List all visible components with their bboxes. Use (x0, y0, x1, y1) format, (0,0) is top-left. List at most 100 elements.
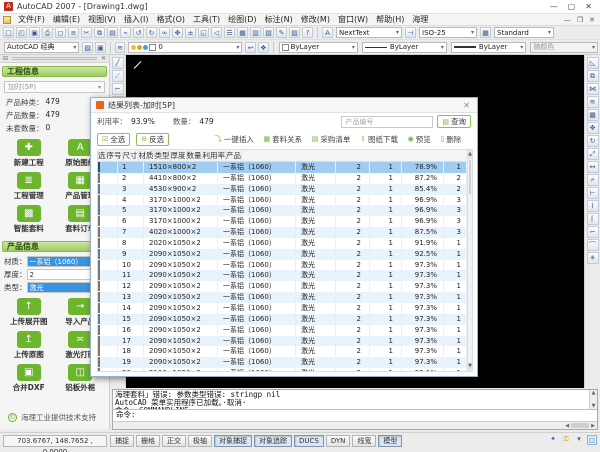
line-icon[interactable]: ╱ (112, 57, 124, 69)
merge-dxf-button[interactable]: ▣ 合并DXF (4, 364, 54, 393)
publish-icon[interactable]: ≡ (68, 27, 79, 38)
scale-icon[interactable]: ⤢ (587, 148, 599, 160)
workspace-combo[interactable]: AutoCAD 经典▾ (4, 42, 79, 53)
table-row[interactable]: 11 2090×1050×2 一系铝（1060） 激光 2 1 97.3% 1 (98, 270, 467, 281)
palette-drag-handle[interactable] (12, 57, 97, 60)
command-scrollbar[interactable]: ▲▼ (589, 390, 597, 409)
layer-states-icon[interactable]: ❖ (258, 42, 269, 53)
open-icon[interactable]: ◰ (16, 27, 27, 38)
one-key-insert-button[interactable]: ⤵ 一键插入 (215, 134, 254, 145)
table-row[interactable]: 7 4020×1000×2 一系铝（1060） 激光 2 1 87.5% 3 (98, 227, 467, 238)
properties-icon[interactable]: ☰ (224, 27, 235, 38)
status-toggle-button[interactable]: 模型 (378, 435, 402, 447)
table-style-combo[interactable]: Standard▾ (494, 27, 554, 38)
close-button[interactable]: ✕ (585, 2, 592, 11)
select-all-button[interactable]: ☑ 全选 (97, 133, 130, 146)
layer-combo[interactable]: 0▾ (128, 42, 242, 53)
row-checkbox[interactable] (98, 238, 100, 248)
table-row[interactable]: 19 2090×1050×2 一系铝（1060） 激光 2 1 97.3% 1 (98, 357, 467, 368)
minimize-button[interactable]: — (550, 2, 558, 11)
mdi-window-control[interactable]: ✕ (589, 16, 595, 24)
rotate-icon[interactable]: ↻ (587, 135, 599, 147)
save-icon[interactable]: ▣ (29, 27, 40, 38)
tray-menu-icon[interactable]: ▾ (574, 435, 584, 445)
row-checkbox[interactable] (98, 260, 100, 270)
purchase-list-button[interactable]: ▤ 采购清单 (312, 134, 351, 145)
mdi-window-control[interactable]: — (564, 16, 571, 24)
layer-properties-icon[interactable]: ≋ (115, 42, 126, 53)
query-button[interactable]: ▤ 查询 (437, 115, 471, 128)
table-row[interactable]: 6 3170×1000×2 一系铝（1060） 激光 2 1 96.9% 3 (98, 216, 467, 227)
mdi-window-control[interactable]: ❐ (577, 16, 583, 24)
break-icon[interactable]: ⌈ (587, 213, 599, 225)
designcenter-icon[interactable]: ▦ (237, 27, 248, 38)
row-checkbox[interactable] (98, 281, 100, 291)
status-toggle-button[interactable]: 对象追踪 (254, 435, 292, 447)
row-checkbox[interactable] (98, 357, 100, 367)
clean-screen-icon[interactable]: ◻ (587, 435, 597, 445)
table-row[interactable]: 20 2100×1050×2 一系铝（1060） 激光 2 1 92.1% 1 (98, 368, 467, 372)
toolbar-lock-icon[interactable]: ⚿ (561, 435, 571, 445)
color-combo[interactable]: ByLayer▾ (279, 42, 358, 53)
zoom-previous-icon[interactable]: ◁ (211, 27, 222, 38)
table-row[interactable]: 13 2090×1050×2 一系铝（1060） 激光 2 1 97.3% 1 (98, 292, 467, 303)
invert-selection-button[interactable]: ⊖ 反选 (136, 133, 169, 146)
erase-icon[interactable]: ◺ (587, 57, 599, 69)
help-icon[interactable]: ? (302, 27, 313, 38)
table-header-cell[interactable]: 厚度 (171, 150, 187, 161)
copy-icon[interactable]: ⧉ (94, 27, 105, 38)
table-header-cell[interactable]: 利用率 (203, 150, 227, 161)
row-checkbox[interactable] (98, 162, 100, 172)
workspace-save-icon[interactable]: ▣ (95, 42, 106, 53)
layer-previous-icon[interactable]: ↩ (245, 42, 256, 53)
table-header-cell[interactable]: 材质 (139, 150, 155, 161)
table-header-cell[interactable]: 数量 (187, 150, 203, 161)
offset-icon[interactable]: ≋ (587, 96, 599, 108)
row-checkbox[interactable] (98, 195, 100, 205)
menu-item[interactable]: 编辑(E) (49, 15, 84, 24)
product-code-input[interactable]: 产品编号 (341, 116, 433, 128)
maximize-button[interactable]: ▢ (568, 2, 576, 11)
table-row[interactable]: 1 1510×800×2 一系铝（1060） 激光 2 1 78.9% 1 (98, 162, 467, 173)
annotation-scale-icon[interactable]: ✦ (548, 435, 558, 445)
table-row[interactable]: 14 2090×1050×2 一系铝（1060） 激光 2 1 97.3% 1 (98, 303, 467, 314)
tool-palettes-icon[interactable]: ▥ (250, 27, 261, 38)
row-checkbox[interactable] (98, 314, 100, 324)
project-name-combo[interactable]: 加时(5P)▾ (4, 81, 105, 93)
menu-item[interactable]: 文件(F) (14, 15, 49, 24)
hyperlink-icon[interactable]: ∞ (159, 27, 170, 38)
table-header-cell[interactable]: 尺寸 (123, 150, 139, 161)
mirror-icon[interactable]: ⋈ (587, 83, 599, 95)
dialog-close-icon[interactable]: ✕ (461, 101, 472, 110)
row-checkbox[interactable] (98, 292, 100, 302)
status-toggle-button[interactable]: DYN (326, 435, 351, 447)
status-toggle-button[interactable]: 线宽 (352, 435, 376, 447)
project-manage-button[interactable]: ≣ 工程管理 (4, 172, 54, 201)
status-toggle-button[interactable]: 捕捉 (110, 435, 134, 447)
row-checkbox[interactable] (98, 336, 100, 346)
zoom-realtime-icon[interactable]: ± (185, 27, 196, 38)
dialog-title-bar[interactable]: 结果列表-加时[5P] ✕ (91, 98, 477, 113)
table-row[interactable]: 12 2090×1050×2 一系铝（1060） 激光 2 1 97.3% 1 (98, 281, 467, 292)
command-input-line[interactable]: 命令: (113, 410, 597, 421)
row-checkbox[interactable] (98, 227, 100, 237)
delete-button[interactable]: ▯ 删除 (440, 134, 461, 145)
undo-icon[interactable]: ↺ (133, 27, 144, 38)
workspace-settings-icon[interactable]: ▧ (82, 42, 93, 53)
drawing-download-button[interactable]: ⇩ 图纸下载 (360, 134, 398, 145)
markup-set-manager-icon[interactable]: ✎ (276, 27, 287, 38)
table-row[interactable]: 2 4410×800×2 一系铝（1060） 激光 2 1 87.2% 2 (98, 173, 467, 184)
extend-icon[interactable]: ⊢ (587, 187, 599, 199)
menu-item[interactable]: 标注(N) (261, 15, 297, 24)
cut-icon[interactable]: ✂ (81, 27, 92, 38)
row-checkbox[interactable] (98, 184, 100, 194)
command-history[interactable]: 海理套料」错误: 参数类型错误: stringp nilAutoCAD 菜单实用… (113, 390, 597, 410)
table-row[interactable]: 18 2090×1050×2 一系铝（1060） 激光 2 1 97.3% 1 (98, 346, 467, 357)
status-toggle-button[interactable]: 极轴 (188, 435, 212, 447)
scroll-down-icon[interactable]: ▼ (468, 362, 472, 371)
menu-item[interactable]: 工具(T) (189, 15, 224, 24)
status-toggle-button[interactable]: 对象捕捉 (214, 435, 252, 447)
status-toggle-button[interactable]: DUCS (294, 435, 324, 447)
table-header-cell[interactable]: 产品 (226, 150, 242, 161)
table-header-cell[interactable]: 序号 (107, 150, 123, 161)
